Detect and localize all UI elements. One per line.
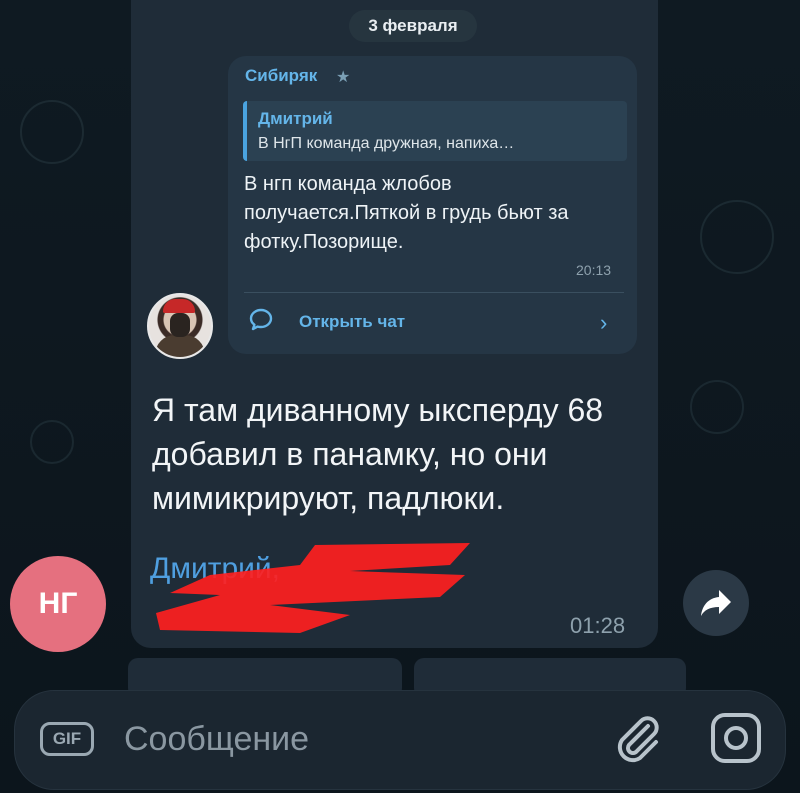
reply-snippet: В НгП команда дружная, напиха…: [258, 135, 515, 152]
background-doodle: [690, 380, 744, 434]
camera-icon[interactable]: [708, 710, 764, 766]
card-divider: [244, 292, 624, 293]
reply-author-name: Дмитрий: [258, 109, 333, 128]
forwarded-post-text: В нгп команда жлобов получается.Пяткой в…: [244, 173, 569, 253]
chat-bubble-icon: [249, 308, 273, 331]
gif-button[interactable]: GIF: [40, 722, 94, 756]
background-doodle: [20, 100, 84, 164]
redaction-scribble: [156, 543, 470, 633]
open-chat-label: Открыть чат: [299, 312, 406, 331]
forwarded-sender-name[interactable]: Сибиряк: [245, 66, 317, 86]
chevron-right-icon: ›: [600, 310, 608, 335]
background-doodle: [700, 200, 774, 274]
share-arrow-icon: [701, 590, 731, 616]
paperclip-icon[interactable]: [610, 710, 666, 766]
sender-avatar[interactable]: [147, 293, 213, 359]
background-doodle: [30, 420, 74, 464]
message-input[interactable]: [122, 714, 566, 764]
share-button[interactable]: [683, 570, 749, 636]
message-time: 01:28: [570, 613, 626, 638]
author-avatar[interactable]: НГ: [10, 556, 106, 652]
star-icon: ★: [336, 69, 351, 86]
forwarded-post-time: 20:13: [576, 262, 612, 278]
date-separator: 3 февраля: [349, 10, 477, 42]
open-chat-button[interactable]: Открыть чат ›: [244, 304, 624, 342]
message-text: Я там диванному ыксперду 68 добавил в па…: [152, 392, 604, 516]
